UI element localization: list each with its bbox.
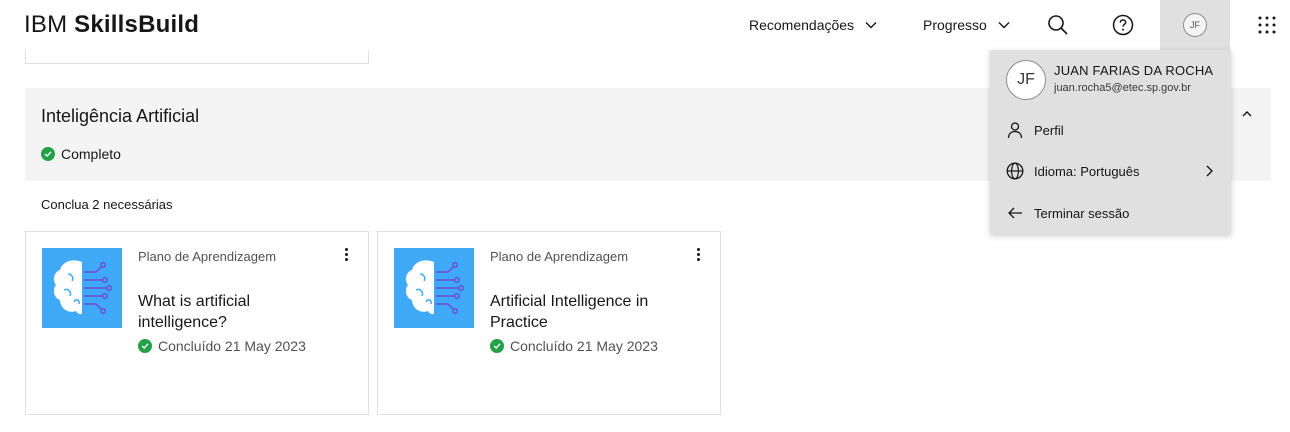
checkmark-icon xyxy=(490,339,504,353)
search-icon xyxy=(1048,15,1068,35)
user-name: JUAN FARIAS DA ROCHA xyxy=(1054,63,1214,78)
user-menu-button[interactable]: JF xyxy=(1160,0,1230,50)
checkmark-icon xyxy=(41,147,55,161)
grid-icon xyxy=(1258,16,1276,34)
card-title[interactable]: Artificial Intelligence in Practice xyxy=(490,291,680,333)
page: IBM SkillsBuild Recomendações Progresso … xyxy=(0,0,1290,432)
menu-item-perfil[interactable]: Perfil xyxy=(1006,115,1215,145)
top-header: IBM SkillsBuild Recomendações Progresso … xyxy=(0,0,1290,50)
card-status: Concluído 21 May 2023 xyxy=(490,338,658,354)
user-icon xyxy=(1007,122,1023,139)
logo-product: SkillsBuild xyxy=(74,11,200,38)
menu-item-label: Idioma: Português xyxy=(1034,163,1140,179)
avatar: JF xyxy=(1183,13,1207,37)
nav-recomendacoes-label: Recomendações xyxy=(749,17,855,33)
app-switcher-button[interactable] xyxy=(1242,0,1290,50)
chevron-up-icon[interactable] xyxy=(1241,108,1253,120)
user-dropdown-menu: JF JUAN FARIAS DA ROCHA juan.rocha5@etec… xyxy=(990,50,1231,234)
nav-recomendacoes[interactable]: Recomendações xyxy=(749,0,878,50)
logo[interactable]: IBM SkillsBuild xyxy=(24,11,199,39)
nav-progresso-label: Progresso xyxy=(923,17,987,33)
card-status-label: Concluído 21 May 2023 xyxy=(158,338,306,354)
chevron-right-icon xyxy=(1206,165,1213,177)
ai-brain-thumbnail xyxy=(42,248,122,328)
section-status: Completo xyxy=(41,146,121,162)
nav-progresso[interactable]: Progresso xyxy=(923,0,1011,50)
help-button[interactable] xyxy=(1098,0,1148,50)
learning-plan-card[interactable]: Plano de Aprendizagem Artificial Intelli… xyxy=(377,231,721,415)
section-status-label: Completo xyxy=(61,146,121,162)
brain-circuit-icon xyxy=(53,260,112,315)
user-info: JUAN FARIAS DA ROCHA juan.rocha5@etec.sp… xyxy=(1054,63,1213,94)
overflow-menu-button[interactable] xyxy=(336,244,356,264)
card-status: Concluído 21 May 2023 xyxy=(138,338,306,354)
user-email: juan.rocha5@etec.sp.gov.br xyxy=(1054,82,1191,94)
chevron-down-icon xyxy=(865,22,877,29)
globe-icon xyxy=(1006,162,1024,180)
menu-item-idioma[interactable]: Idioma: Português xyxy=(1006,156,1215,186)
menu-item-label: Perfil xyxy=(1034,122,1064,138)
required-count-text: Conclua 2 necessárias xyxy=(41,197,173,212)
card-title[interactable]: What is artificial intelligence? xyxy=(138,291,328,333)
learning-plan-card[interactable]: Plano de Aprendizagem What is artificial… xyxy=(25,231,369,415)
previous-card-fragment xyxy=(25,50,369,64)
checkmark-icon xyxy=(138,339,152,353)
user-summary: JF JUAN FARIAS DA ROCHA juan.rocha5@etec… xyxy=(1006,60,1213,100)
menu-item-logout[interactable]: Terminar sessão xyxy=(1006,198,1215,228)
arrow-left-icon xyxy=(1008,207,1022,219)
card-status-label: Concluído 21 May 2023 xyxy=(510,338,658,354)
ai-brain-thumbnail xyxy=(394,248,474,328)
chevron-down-icon xyxy=(998,22,1010,29)
brain-circuit-icon xyxy=(405,260,464,315)
logo-brand: IBM xyxy=(24,11,68,38)
menu-item-label: Terminar sessão xyxy=(1034,205,1130,221)
section-title: Inteligência Artificial xyxy=(41,106,200,126)
card-type: Plano de Aprendizagem xyxy=(490,249,629,264)
help-icon xyxy=(1112,14,1134,36)
overflow-menu-button[interactable] xyxy=(688,244,708,264)
search-button[interactable] xyxy=(1033,0,1083,50)
avatar: JF xyxy=(1006,60,1046,100)
card-type: Plano de Aprendizagem xyxy=(138,249,277,264)
